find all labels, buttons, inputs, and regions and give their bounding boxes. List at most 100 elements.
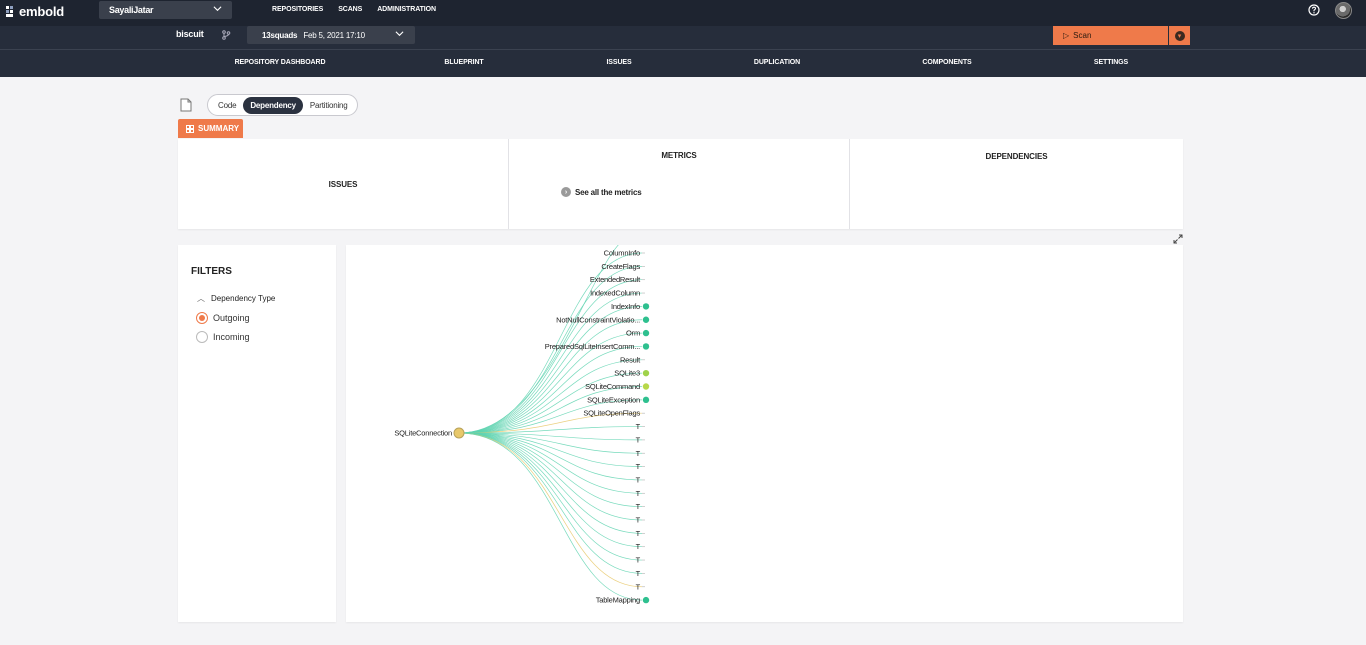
dependency-node[interactable] [642,316,650,323]
tab-components[interactable]: COMPONENTS [922,59,971,66]
root-node-label[interactable]: SQLiteConnection [394,429,452,438]
nav-administration[interactable]: ADMINISTRATION [377,6,436,13]
dependency-type-label: Dependency Type [211,294,276,303]
view-option-partitioning[interactable]: Partitioning [303,97,355,114]
git-branch-icon [222,30,231,40]
tab-issues[interactable]: ISSUES [606,59,631,66]
dependency-graph[interactable]: ColumnInfo CreateFlags ExtendedResult Index… [346,245,1183,622]
dependency-node-label[interactable]: T [636,475,641,484]
help-icon[interactable] [1308,4,1320,16]
tab-duplication[interactable]: DUPLICATION [754,59,800,66]
dependency-edge [458,432,643,481]
dependency-edge [458,432,643,548]
expand-icon[interactable] [1173,234,1183,244]
chevron-right-icon: › [561,187,571,197]
dependency-graph-svg[interactable]: ColumnInfo CreateFlags ExtendedResult Index… [346,245,1183,622]
dependency-node[interactable] [642,396,650,404]
scan-label: Scan [1073,31,1092,40]
dependency-node-label[interactable]: T [636,449,641,458]
chevron-down-icon: ▾ [1174,30,1185,41]
dependency-node-label[interactable]: ExtendedResult [590,275,641,284]
dependency-node[interactable] [642,303,650,310]
dependency-node-label[interactable]: Orm [626,329,640,338]
grid-icon [186,124,194,133]
dependency-node[interactable] [642,383,650,390]
issues-card: ISSUES [178,139,509,229]
radio-incoming[interactable]: Incoming [196,331,250,343]
repo-name[interactable]: biscuit [176,29,204,39]
workspace-select[interactable]: SayaliJatar [99,1,232,19]
snapshot-date: Feb 5, 2021 17:10 [303,30,365,40]
radio-incoming-label: Incoming [213,332,250,342]
chevron-down-icon [213,6,222,12]
dependency-edge [458,432,643,521]
dependency-node-label[interactable]: T [636,582,641,591]
nav-scans[interactable]: SCANS [338,6,362,13]
scan-options-button[interactable]: ▾ [1169,26,1190,45]
dependency-node-label[interactable]: T [636,569,641,578]
dependency-node-label[interactable]: T [636,435,641,444]
dependency-node-label[interactable]: SQLiteOpenFlags [583,409,640,418]
radio-button[interactable] [196,331,208,343]
avatar[interactable] [1335,2,1352,19]
summary-label: SUMMARY [198,124,240,133]
dependency-node-label[interactable]: TableMapping [596,596,641,605]
dependency-node-label[interactable]: SQLite3 [614,369,640,378]
dependency-type-toggle[interactable]: ︿ Dependency Type [197,293,275,304]
dependency-node-label[interactable]: T [636,516,641,525]
see-all-metrics-link[interactable]: › See all the metrics [561,187,642,197]
dependency-node[interactable] [642,343,650,350]
dependency-edge [458,432,643,534]
dependency-node-label[interactable]: CreateFlags [601,262,640,271]
dependency-node-label[interactable]: SQLiteException [587,395,640,404]
dependencies-card: DEPENDENCIES [850,139,1183,229]
dependency-node-label[interactable]: T [636,556,641,565]
dependency-node-label[interactable]: T [636,529,641,538]
dependency-node-label[interactable]: ColumnInfo [604,249,641,258]
dependency-edge [458,432,643,601]
repo-bar: biscuit 13squads Feb 5, 2021 17:10 ▷ Sca… [0,26,1366,49]
dependency-node[interactable] [642,596,650,604]
dependency-edge [458,432,643,494]
scan-button[interactable]: ▷ Scan [1053,26,1168,45]
summary-button[interactable]: SUMMARY [178,119,243,138]
summary-panel: ISSUES METRICS › See all the metrics DEP… [178,139,1183,229]
logo-icon [6,6,13,17]
logo[interactable]: embold [6,4,64,19]
dependency-node-label[interactable]: IndexedColumn [590,289,640,298]
root-node[interactable] [453,427,465,439]
dependency-node-label[interactable]: T [636,489,641,498]
tab-settings[interactable]: SETTINGS [1094,59,1128,66]
dependency-node-label[interactable]: IndexInfo [611,302,640,311]
filters-title: FILTERS [191,266,232,277]
dependency-node-label[interactable]: T [636,462,641,471]
metrics-card: METRICS › See all the metrics [509,139,850,229]
dependency-node[interactable] [642,369,650,377]
chevron-up-icon: ︿ [197,294,205,303]
play-icon: ▷ [1063,31,1070,40]
radio-button[interactable] [196,312,208,324]
dependency-node-label[interactable]: PreparedSqlLiteInsertComm... [545,342,641,351]
dependency-node-label[interactable]: T [636,422,641,431]
radio-outgoing-label: Outgoing [213,313,250,323]
document-icon[interactable] [180,98,192,112]
top-bar: embold SayaliJatar REPOSITORIES SCANS AD… [0,0,1366,26]
top-nav: REPOSITORIES SCANS ADMINISTRATION [272,6,436,13]
view-option-dependency[interactable]: Dependency [243,96,303,114]
tab-repository-dashboard[interactable]: REPOSITORY DASHBOARD [235,59,326,66]
tab-blueprint[interactable]: BLUEPRINT [444,59,483,66]
dependency-node-label[interactable]: NotNullConstraintViolatio... [556,315,640,324]
nav-repositories[interactable]: REPOSITORIES [272,6,323,13]
workspace-name: SayaliJatar [109,5,154,15]
dependency-node-label[interactable]: SQLiteCommand [585,382,640,391]
issues-title: ISSUES [328,180,358,189]
snapshot-select[interactable]: 13squads Feb 5, 2021 17:10 [247,26,415,44]
dependency-node[interactable] [642,329,650,337]
dependency-node-label[interactable]: Result [620,355,641,364]
dependency-node-label[interactable]: T [636,542,641,551]
view-option-code[interactable]: Code [211,97,243,114]
view-switch: Code Dependency Partitioning [207,94,358,116]
dependencies-title: DEPENDENCIES [985,152,1048,161]
dependency-node-label[interactable]: T [636,502,641,511]
radio-outgoing[interactable]: Outgoing [196,312,250,324]
